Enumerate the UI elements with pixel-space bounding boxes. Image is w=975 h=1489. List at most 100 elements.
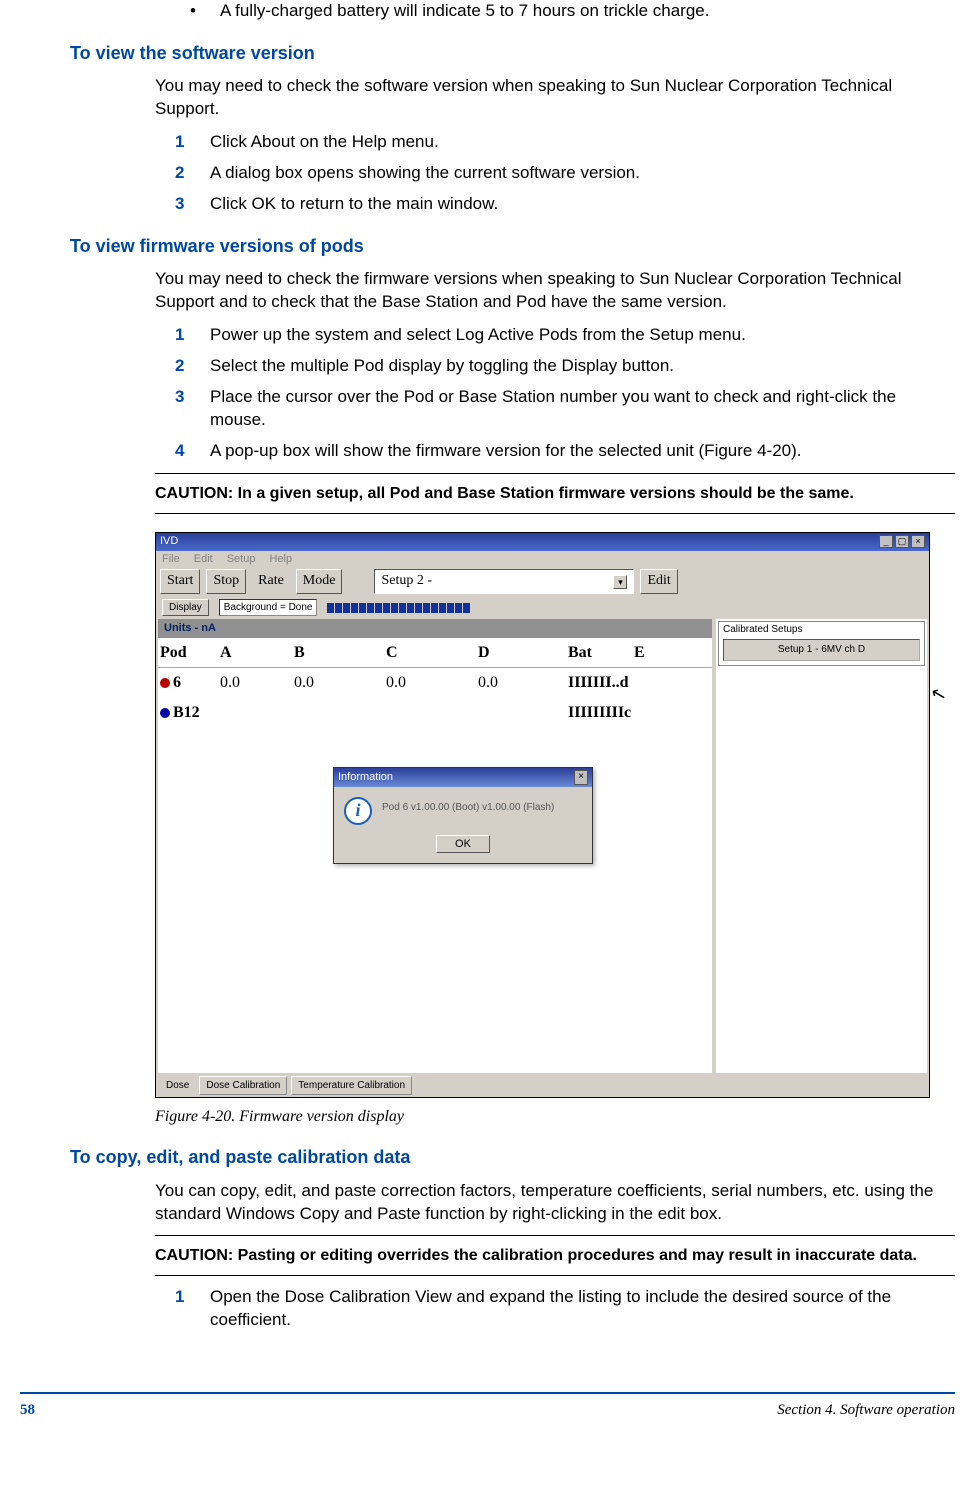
step-number: 4	[175, 440, 210, 463]
bullet-item: • A fully-charged battery will indicate …	[190, 0, 955, 23]
col-c: C	[384, 638, 476, 668]
heading-firmware-versions: To view firmware versions of pods	[70, 234, 955, 258]
step-text: A dialog box opens showing the current s…	[210, 162, 955, 185]
step-row: 4A pop-up box will show the firmware ver…	[175, 440, 955, 463]
step-number: 1	[175, 131, 210, 154]
cell-pod: 6	[158, 668, 218, 698]
cursor-icon: ↖	[928, 680, 949, 707]
progress-blocks	[327, 603, 470, 613]
col-bat: Bat	[566, 638, 632, 668]
dialog-title: Information	[338, 770, 393, 785]
paragraph: You may need to check the software versi…	[155, 75, 955, 121]
col-pod: Pod	[158, 638, 218, 668]
dialog-message: Pod 6 v1.00.00 (Boot) v1.00.00 (Flash)	[382, 797, 554, 815]
calibrated-setups-title: Calibrated Setups	[719, 622, 924, 638]
setup-combo[interactable]: Setup 2 - ▾	[374, 569, 634, 594]
menu-file[interactable]: File	[162, 552, 180, 567]
close-icon[interactable]: ×	[911, 535, 925, 548]
display-strip: Display Background = Done	[158, 597, 712, 619]
cell-bat: IIIIIIIIIc	[566, 698, 632, 728]
caution-block: CAUTION: In a given setup, all Pod and B…	[155, 473, 955, 514]
table-header: Pod A B C D Bat E	[158, 638, 712, 669]
step-number: 1	[175, 1286, 210, 1332]
page-footer: 58 Section 4. Software operation	[20, 1392, 955, 1420]
tab-temperature-calibration[interactable]: Temperature Calibration	[291, 1076, 412, 1096]
minimize-icon[interactable]: _	[879, 535, 893, 548]
col-b: B	[292, 638, 384, 668]
app-window: IVD _ ▢ × File Edit Setup Help Start Sto…	[155, 532, 930, 1098]
maximize-icon[interactable]: ▢	[895, 535, 909, 548]
section-label: Section 4. Software operation	[777, 1400, 955, 1420]
ok-button[interactable]: OK	[436, 835, 490, 853]
step-number: 3	[175, 386, 210, 432]
dialog-titlebar: Information ×	[334, 768, 592, 787]
cell-pod: B12	[158, 698, 218, 728]
bullet-dot: •	[190, 0, 220, 23]
chevron-down-icon[interactable]: ▾	[613, 575, 627, 589]
page-number: 58	[20, 1400, 35, 1420]
step-row: 3Click OK to return to the main window.	[175, 193, 955, 216]
calibrated-setups-box: Calibrated Setups Setup 1 - 6MV ch D ↖	[718, 621, 925, 666]
window-buttons: _ ▢ ×	[879, 535, 925, 548]
step-row: 1Open the Dose Calibration View and expa…	[175, 1286, 955, 1332]
bullet-text: A fully-charged battery will indicate 5 …	[220, 0, 955, 23]
caution-block: CAUTION: Pasting or editing overrides th…	[155, 1235, 955, 1276]
menu-setup[interactable]: Setup	[227, 552, 256, 567]
toolbar: Start Stop Rate Mode Setup 2 - ▾ Edit	[156, 569, 929, 595]
col-a: A	[218, 638, 292, 668]
mode-button[interactable]: Mode	[296, 569, 343, 594]
step-number: 1	[175, 324, 210, 347]
right-panel: Calibrated Setups Setup 1 - 6MV ch D ↖	[714, 595, 929, 1075]
cell-b: 0.0	[292, 668, 384, 698]
calibrated-setup-item[interactable]: Setup 1 - 6MV ch D	[723, 639, 920, 661]
background-status: Background = Done	[219, 599, 318, 617]
step-text: Place the cursor over the Pod or Base St…	[210, 386, 955, 432]
step-number: 2	[175, 355, 210, 378]
work-area: Display Background = Done Units - nA Pod…	[156, 595, 929, 1075]
table-row[interactable]: B12 IIIIIIIIIc	[158, 698, 712, 728]
col-d: D	[476, 638, 566, 668]
tab-dose[interactable]: Dose	[160, 1077, 195, 1095]
information-dialog: Information × i Pod 6 v1.00.00 (Boot) v1…	[333, 767, 593, 864]
figure-caption: Figure 4-20. Firmware version display	[155, 1106, 955, 1128]
heading-software-version: To view the software version	[70, 41, 955, 65]
cell-a: 0.0	[218, 668, 292, 698]
bottom-tabs: Dose Dose Calibration Temperature Calibr…	[156, 1075, 929, 1097]
status-led-red	[160, 678, 170, 688]
step-text: Open the Dose Calibration View and expan…	[210, 1286, 955, 1332]
cell-d: 0.0	[476, 668, 566, 698]
window-title: IVD	[160, 534, 178, 549]
table-row[interactable]: 6 0.0 0.0 0.0 0.0 IIIIIII..d	[158, 668, 712, 698]
tab-dose-calibration[interactable]: Dose Calibration	[199, 1076, 287, 1096]
step-row: 1Click About on the Help menu.	[175, 131, 955, 154]
setup-combo-value: Setup 2 -	[381, 572, 432, 591]
step-row: 2Select the multiple Pod display by togg…	[175, 355, 955, 378]
step-text: Click OK to return to the main window.	[210, 193, 955, 216]
step-text: Select the multiple Pod display by toggl…	[210, 355, 955, 378]
stop-button[interactable]: Stop	[206, 569, 246, 594]
step-number: 3	[175, 193, 210, 216]
main-panel: Display Background = Done Units - nA Pod…	[156, 595, 714, 1075]
window-titlebar: IVD _ ▢ ×	[156, 533, 929, 551]
step-row: 3Place the cursor over the Pod or Base S…	[175, 386, 955, 432]
rate-button[interactable]: Rate	[252, 570, 290, 593]
col-e: E	[632, 638, 660, 668]
info-icon: i	[344, 797, 372, 825]
cell-e	[632, 668, 660, 698]
status-led-blue	[160, 708, 170, 718]
figure-screenshot: IVD _ ▢ × File Edit Setup Help Start Sto…	[155, 532, 955, 1098]
step-text: A pop-up box will show the firmware vers…	[210, 440, 955, 463]
start-button[interactable]: Start	[160, 569, 200, 594]
menu-help[interactable]: Help	[269, 552, 292, 567]
step-text: Click About on the Help menu.	[210, 131, 955, 154]
step-number: 2	[175, 162, 210, 185]
paragraph: You may need to check the firmware versi…	[155, 268, 955, 314]
edit-button[interactable]: Edit	[640, 569, 677, 594]
menu-bar: File Edit Setup Help	[156, 551, 929, 569]
units-label: Units - nA	[158, 619, 712, 638]
cell-c: 0.0	[384, 668, 476, 698]
cell-bat: IIIIIII..d	[566, 668, 632, 698]
dialog-close-icon[interactable]: ×	[574, 770, 588, 785]
menu-edit[interactable]: Edit	[194, 552, 213, 567]
display-button[interactable]: Display	[162, 599, 209, 617]
